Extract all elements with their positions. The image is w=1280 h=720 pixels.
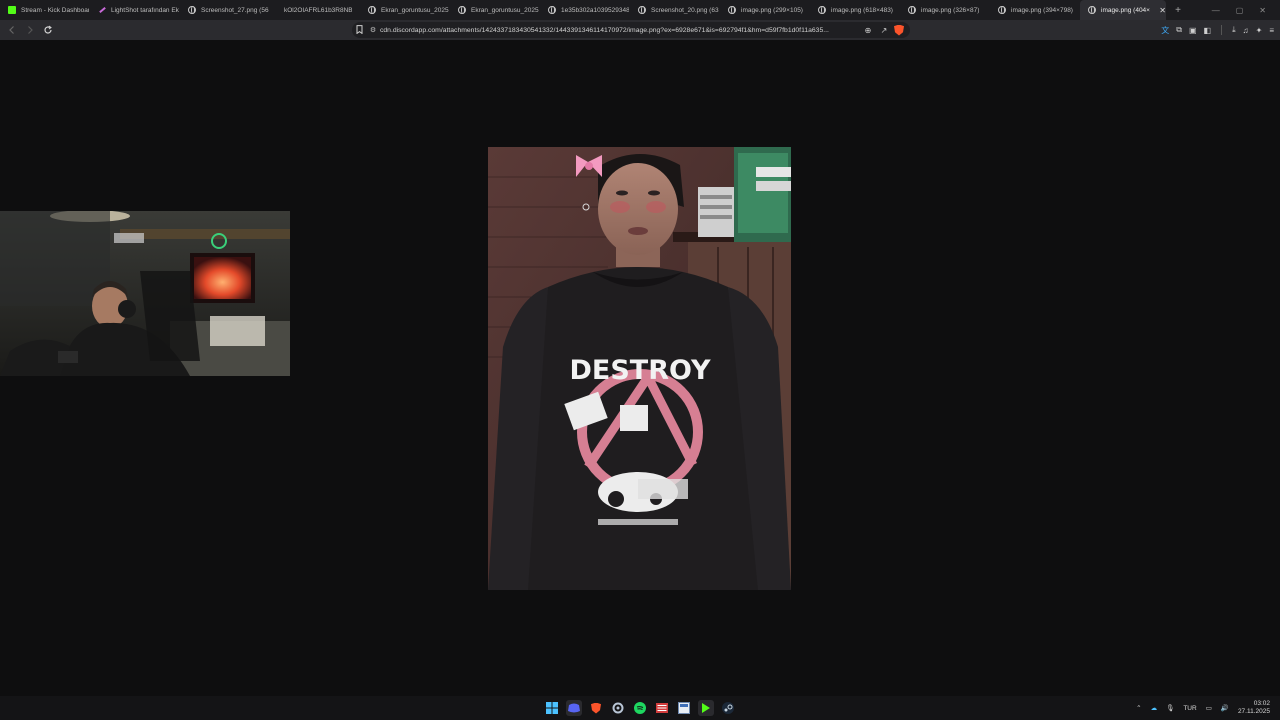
wallet-icon[interactable]: ▣: [1189, 26, 1197, 35]
tab-label: image.png (394×798): [1011, 6, 1073, 14]
forward-button[interactable]: [22, 22, 38, 38]
language-indicator[interactable]: TUR: [1183, 705, 1196, 712]
brave-icon[interactable]: [588, 700, 604, 716]
bookmark-icon[interactable]: [352, 24, 366, 36]
menu-icon[interactable]: ≡: [1269, 26, 1274, 35]
system-tray: ⌃ ☁ 🎙 TUR ▭ 🔊 03:02 27.11.2025: [1136, 696, 1270, 720]
clock-time: 03:02: [1253, 700, 1270, 707]
tab-label: LightShot tarafından Ek: [111, 6, 179, 14]
reload-icon: [44, 25, 52, 34]
game-character-picture: DESTROY: [488, 147, 791, 590]
tab-label: Screenshot_20.png (63: [651, 6, 719, 14]
webcam-scene: [0, 211, 290, 376]
extensions-icon[interactable]: ⧉: [1176, 25, 1182, 35]
tab-kol2[interactable]: kOl2OIAFRL61b3R8NBV: [270, 0, 360, 20]
discord-icon[interactable]: [566, 700, 582, 716]
steam-icon[interactable]: [720, 700, 736, 716]
tab-label: image.png (404×5: [1101, 6, 1151, 14]
spotify-icon[interactable]: [632, 700, 648, 716]
tab-image-394[interactable]: image.png (394×798): [990, 0, 1080, 20]
tab-screenshot-27[interactable]: Screenshot_27.png (567: [180, 0, 270, 20]
globe-icon: [818, 6, 826, 14]
browser-toolbar: ⚙ cdn.discordapp.com/attachments/1424337…: [0, 20, 1280, 40]
close-tab-icon[interactable]: ✕: [1159, 6, 1166, 15]
tab-label: Ekran_goruntusu_2025: [381, 6, 449, 14]
tab-lightshot[interactable]: LightShot tarafından Ek: [90, 0, 180, 20]
back-button[interactable]: [4, 22, 20, 38]
maximize-icon[interactable]: ▢: [1236, 6, 1244, 15]
site-settings-icon[interactable]: ⚙: [366, 26, 380, 34]
tab-label: image.png (326×87): [921, 6, 980, 14]
sidebar-icon[interactable]: ◧: [1204, 26, 1212, 35]
windows-taskbar: ⌃ ☁ 🎙 TUR ▭ 🔊 03:02 27.11.2025: [0, 696, 1280, 720]
media-icon[interactable]: ♫: [1243, 26, 1249, 35]
leo-icon[interactable]: ✦: [1256, 26, 1263, 35]
toolbar-right-buttons: 文 ⧉ ▣ ◧ ⤓ ♫ ✦ ≡: [1161, 22, 1274, 38]
toolbar-divider: [1221, 25, 1223, 35]
globe-icon: [368, 6, 376, 14]
globe-icon: [1088, 6, 1096, 14]
tab-label: kOl2OIAFRL61b3R8NBV: [284, 6, 352, 14]
globe-icon: [728, 6, 736, 14]
taskbar-apps: [544, 696, 736, 720]
tab-label: image.png (299×105): [741, 6, 803, 14]
arrow-left-icon: [9, 26, 14, 34]
globe-icon: [548, 6, 556, 14]
tab-label: Screenshot_27.png (567: [201, 6, 269, 14]
window-app-icon[interactable]: [676, 700, 692, 716]
globe-icon: [908, 6, 916, 14]
tab-label: image.png (618×483): [831, 6, 893, 14]
tab-ekran-1[interactable]: Ekran_goruntusu_2025: [360, 0, 450, 20]
address-bar[interactable]: ⚙ cdn.discordapp.com/attachments/1424337…: [352, 22, 910, 38]
webcam-overlay: [0, 211, 290, 376]
tab-strip: Stream - Kick Dashboard LightShot tarafı…: [0, 0, 1280, 20]
settings-gear-icon[interactable]: [610, 700, 626, 716]
tab-image-404-active[interactable]: image.png (404×5 ✕: [1080, 0, 1166, 20]
network-icon[interactable]: ▭: [1206, 704, 1212, 712]
tab-1e35[interactable]: 1e35b302a10395293486: [540, 0, 630, 20]
translate-icon[interactable]: 文: [1161, 25, 1169, 36]
globe-icon: [998, 6, 1006, 14]
clock[interactable]: 03:02 27.11.2025: [1238, 700, 1270, 716]
zoom-icon[interactable]: ⊕: [860, 26, 876, 35]
arrow-right-icon: [28, 26, 33, 34]
tab-image-618[interactable]: image.png (618×483): [810, 0, 900, 20]
onedrive-icon[interactable]: ☁: [1151, 704, 1158, 712]
brave-shield-icon[interactable]: [894, 24, 904, 36]
tab-image-299[interactable]: image.png (299×105): [720, 0, 810, 20]
browser-window: Stream - Kick Dashboard LightShot tarafı…: [0, 0, 1280, 720]
microphone-icon[interactable]: 🎙: [1166, 704, 1174, 712]
tab-label: Stream - Kick Dashboard: [21, 6, 89, 14]
viewed-image[interactable]: DESTROY: [488, 147, 791, 590]
tab-ekran-2[interactable]: Ekran_goruntusu_2025: [450, 0, 540, 20]
tab-image-326[interactable]: image.png (326×87): [900, 0, 990, 20]
new-tab-button[interactable]: +: [1170, 0, 1186, 20]
tab-label: 1e35b302a10395293486: [561, 6, 629, 14]
window-controls: — ▢ ✕: [1212, 0, 1280, 20]
download-icon[interactable]: ⤓: [1232, 25, 1236, 35]
volume-icon[interactable]: 🔊: [1221, 704, 1229, 712]
lightshot-icon: [98, 6, 106, 14]
globe-icon: [188, 6, 196, 14]
globe-icon: [458, 6, 466, 14]
clock-date: 27.11.2025: [1237, 708, 1270, 715]
globe-icon: [638, 6, 646, 14]
streaming-app-icon[interactable]: [654, 700, 670, 716]
reload-button[interactable]: [40, 22, 56, 38]
tab-screenshot-20[interactable]: Screenshot_20.png (63: [630, 0, 720, 20]
tab-kick-dashboard[interactable]: Stream - Kick Dashboard: [0, 0, 90, 20]
kick-app-icon[interactable]: [698, 700, 714, 716]
share-icon[interactable]: ↗: [876, 26, 892, 35]
windows-start-icon[interactable]: [544, 700, 560, 716]
tab-label: Ekran_goruntusu_2025: [471, 6, 539, 14]
url-text[interactable]: cdn.discordapp.com/attachments/142433718…: [380, 27, 860, 34]
kick-icon: [8, 6, 16, 14]
chevron-up-icon[interactable]: ⌃: [1136, 704, 1141, 712]
close-window-icon[interactable]: ✕: [1259, 6, 1266, 15]
shirt-print-text: DESTROY: [569, 355, 711, 386]
minimize-icon[interactable]: —: [1212, 6, 1220, 15]
